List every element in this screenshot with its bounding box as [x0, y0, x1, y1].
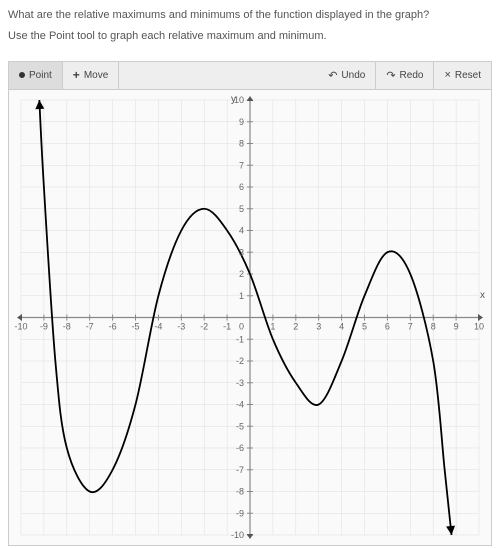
graph-container: Point + Move ↶ Undo ↷ Redo × Reset	[8, 61, 492, 546]
svg-text:-5: -5	[236, 421, 244, 431]
question-text: What are the relative maximums and minim…	[8, 8, 492, 23]
graph-area[interactable]: -10-9-8-7-6-5-4-3-2-112345678910 -10-9-8…	[9, 90, 491, 545]
svg-text:-4: -4	[236, 399, 244, 409]
svg-text:-6: -6	[236, 443, 244, 453]
svg-text:2: 2	[293, 321, 298, 331]
point-icon	[19, 72, 25, 78]
svg-text:8: 8	[239, 138, 244, 148]
move-tool-button[interactable]: + Move	[63, 62, 119, 89]
svg-text:3: 3	[316, 321, 321, 331]
undo-button[interactable]: ↶ Undo	[318, 62, 376, 89]
svg-text:-1: -1	[236, 334, 244, 344]
svg-text:-7: -7	[86, 321, 94, 331]
svg-text:10: 10	[474, 321, 484, 331]
svg-text:-3: -3	[177, 321, 185, 331]
reset-label: Reset	[455, 70, 481, 81]
svg-text:5: 5	[239, 204, 244, 214]
reset-icon: ×	[444, 69, 450, 81]
redo-label: Redo	[400, 70, 424, 81]
svg-text:-7: -7	[236, 465, 244, 475]
svg-text:1: 1	[239, 291, 244, 301]
move-icon: +	[73, 68, 80, 82]
svg-text:-6: -6	[109, 321, 117, 331]
point-tool-button[interactable]: Point	[9, 62, 63, 89]
undo-label: Undo	[341, 70, 365, 81]
toolbar-spacer	[119, 62, 318, 89]
svg-text:5: 5	[362, 321, 367, 331]
svg-text:1: 1	[270, 321, 275, 331]
svg-text:6: 6	[385, 321, 390, 331]
svg-text:9: 9	[239, 117, 244, 127]
svg-text:-2: -2	[200, 321, 208, 331]
svg-text:2: 2	[239, 269, 244, 279]
svg-text:-2: -2	[236, 356, 244, 366]
toolbar: Point + Move ↶ Undo ↷ Redo × Reset	[9, 62, 491, 90]
svg-text:-8: -8	[236, 486, 244, 496]
redo-button[interactable]: ↷ Redo	[376, 62, 434, 89]
redo-icon: ↷	[386, 69, 395, 82]
svg-text:-9: -9	[40, 321, 48, 331]
point-label: Point	[29, 70, 52, 81]
reset-button[interactable]: × Reset	[434, 62, 491, 89]
svg-text:4: 4	[339, 321, 344, 331]
svg-text:0: 0	[239, 321, 244, 331]
instruction-text: Use the Point tool to graph each relativ…	[8, 29, 492, 44]
svg-text:-10: -10	[231, 530, 244, 540]
move-label: Move	[84, 70, 108, 81]
svg-text:-1: -1	[223, 321, 231, 331]
undo-icon: ↶	[328, 69, 337, 82]
svg-text:6: 6	[239, 182, 244, 192]
svg-text:-8: -8	[63, 321, 71, 331]
svg-text:-4: -4	[154, 321, 162, 331]
svg-text:9: 9	[454, 321, 459, 331]
graph-svg: -10-9-8-7-6-5-4-3-2-112345678910 -10-9-8…	[9, 90, 491, 545]
svg-text:-5: -5	[131, 321, 139, 331]
svg-text:3: 3	[239, 247, 244, 257]
svg-text:8: 8	[431, 321, 436, 331]
svg-text:-3: -3	[236, 378, 244, 388]
svg-text:7: 7	[239, 160, 244, 170]
y-axis-label: y	[231, 94, 236, 105]
svg-text:-9: -9	[236, 508, 244, 518]
svg-text:7: 7	[408, 321, 413, 331]
x-axis-label: x	[480, 290, 485, 301]
svg-text:4: 4	[239, 225, 244, 235]
svg-text:-10: -10	[14, 321, 27, 331]
